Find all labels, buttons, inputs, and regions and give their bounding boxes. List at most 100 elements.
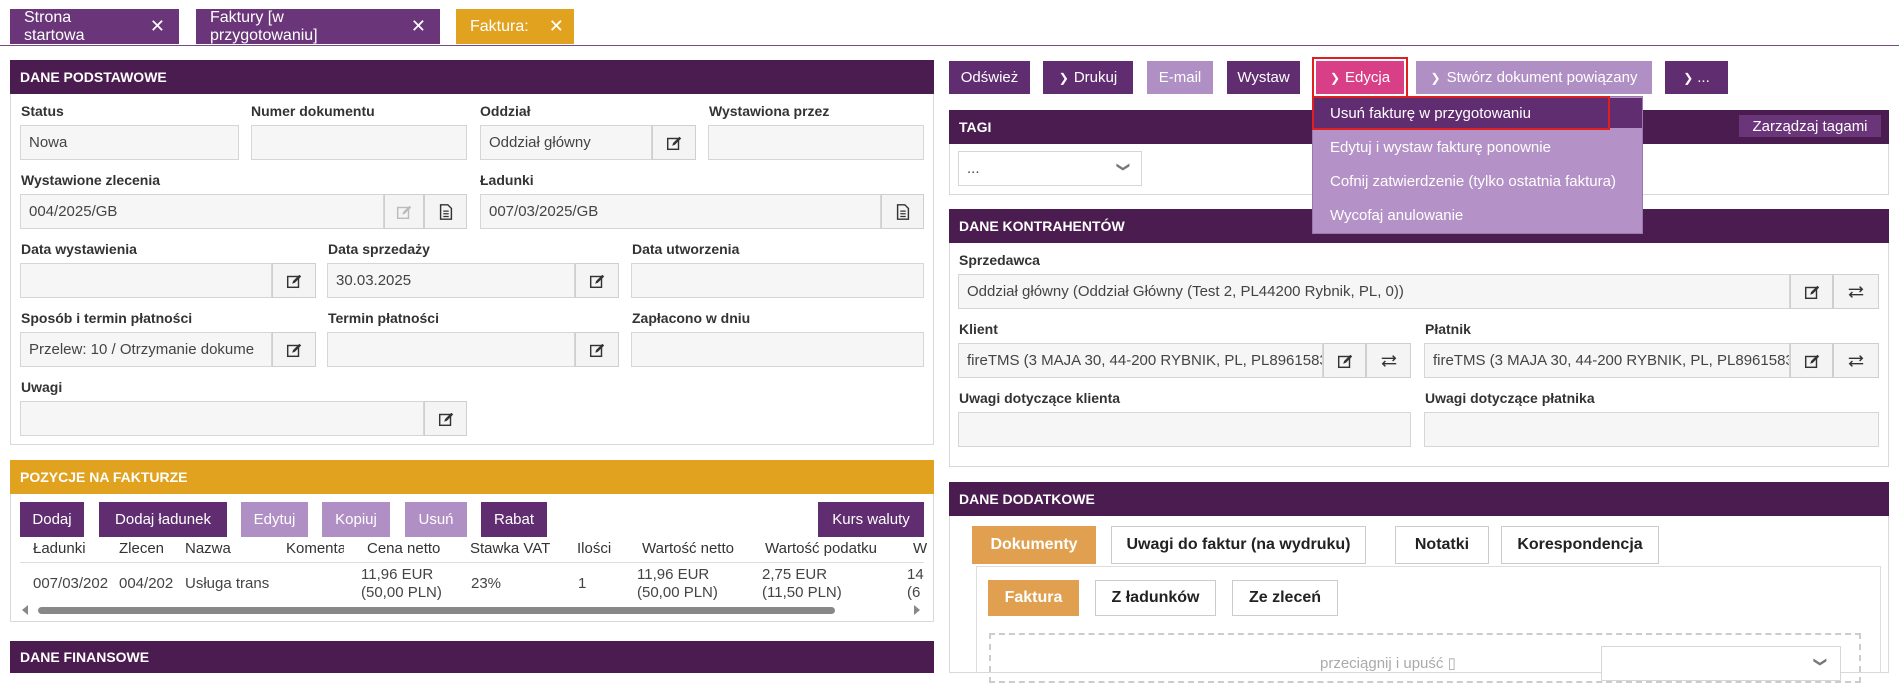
tab-home[interactable]: Strona startowa ✕: [10, 9, 179, 44]
client-swap-button[interactable]: [1366, 343, 1411, 378]
client-edit-button[interactable]: [1323, 343, 1366, 378]
payment-method-field[interactable]: Przelew: 10 / Otrzymanie dokume: [20, 332, 272, 367]
discount-button[interactable]: Rabat: [481, 502, 547, 537]
column-header[interactable]: Zlecen: [119, 540, 169, 557]
orders-document-button[interactable]: [424, 194, 467, 229]
copy-item-button[interactable]: Kopiuj: [322, 502, 390, 537]
payment-due-field[interactable]: [327, 332, 575, 367]
payer-swap-button[interactable]: [1833, 343, 1879, 378]
loads-label: Ładunki: [480, 172, 534, 188]
refresh-button[interactable]: Odśwież: [949, 61, 1030, 94]
column-header[interactable]: Ilości: [577, 540, 627, 557]
finance-data-header: DANE FINANSOWE: [10, 641, 934, 673]
orders-label: Wystawione zlecenia: [21, 172, 161, 188]
sale-date-label: Data sprzedaży: [328, 241, 430, 257]
client-field[interactable]: fireTMS (3 MAJA 30, 44-200 RYBNIK, PL, P…: [958, 343, 1323, 378]
payment-method-edit-button[interactable]: [272, 332, 316, 367]
notes-field[interactable]: [20, 401, 424, 436]
loads-field[interactable]: 007/03/2025/GB: [480, 194, 881, 229]
email-button[interactable]: E-mail: [1147, 61, 1213, 94]
branch-field[interactable]: Oddział główny: [480, 125, 652, 160]
payment-due-label: Termin płatności: [328, 310, 439, 326]
tab-notes[interactable]: Notatki: [1395, 526, 1489, 564]
payer-notes-label: Uwagi dotyczące płatnika: [1425, 390, 1595, 406]
issue-date-field[interactable]: [20, 263, 272, 298]
orders-field[interactable]: 004/2025/GB: [20, 194, 384, 229]
create-related-label: Stwórz dokument powiązany: [1446, 69, 1638, 86]
created-date-field[interactable]: [631, 263, 924, 298]
tab-correspondence[interactable]: Korespondencja: [1501, 526, 1659, 564]
close-icon[interactable]: ✕: [150, 16, 165, 37]
loads-document-button[interactable]: [881, 194, 924, 229]
invoice-items-header: POZYCJE NA FAKTURZE: [10, 460, 934, 494]
payment-method-label: Sposób i termin płatności: [21, 310, 193, 326]
tab-invoice-notes[interactable]: Uwagi do faktur (na wydruku): [1111, 526, 1366, 564]
client-notes-field[interactable]: [958, 412, 1411, 447]
close-icon[interactable]: ✕: [411, 16, 426, 37]
tab-documents[interactable]: Dokumenty: [972, 526, 1096, 564]
tags-select[interactable]: ... ❯: [958, 151, 1142, 186]
document-number-field[interactable]: [251, 125, 467, 160]
edit-button[interactable]: ❯ Edycja: [1316, 61, 1404, 94]
status-field[interactable]: Nowa: [20, 125, 239, 160]
edit-item-button[interactable]: Edytuj: [241, 502, 308, 537]
column-header[interactable]: Komentar: [286, 540, 344, 557]
additional-data-header: DANE DODATKOWE: [949, 482, 1889, 516]
notes-edit-button[interactable]: [424, 401, 467, 436]
payer-notes-field[interactable]: [1424, 412, 1879, 447]
seller-field[interactable]: Oddział główny (Oddział Główny (Test 2, …: [958, 274, 1790, 309]
branch-edit-button[interactable]: [652, 125, 696, 160]
horizontal-scrollbar[interactable]: [20, 604, 924, 616]
edit-label: Edycja: [1345, 69, 1391, 86]
tab-invoice[interactable]: Faktura: ✕: [456, 9, 574, 44]
column-header[interactable]: W: [913, 540, 927, 557]
currency-rate-button[interactable]: Kurs waluty: [818, 502, 924, 537]
menu-item-withdraw-cancellation[interactable]: Wycofaj anulowanie: [1313, 200, 1642, 230]
column-header[interactable]: Stawka VAT: [470, 540, 570, 557]
column-header[interactable]: Wartość podatku: [765, 540, 885, 557]
scroll-right-arrow[interactable]: [914, 605, 920, 615]
subtab-invoice[interactable]: Faktura: [988, 580, 1079, 616]
cell-net-value: 11,96 EUR: [637, 566, 710, 583]
scroll-left-arrow[interactable]: [22, 605, 28, 615]
menu-item-revert-approval[interactable]: Cofnij zatwierdzenie (tylko ostatnia fak…: [1313, 166, 1642, 196]
column-header[interactable]: Cena netto: [367, 540, 457, 557]
chevron-down-icon: ❯: [1329, 70, 1341, 85]
drop-zone-text: przeciągnij i upuść ▯: [1320, 654, 1456, 672]
add-button[interactable]: Dodaj: [20, 502, 84, 537]
sale-date-field[interactable]: 30.03.2025: [327, 263, 575, 298]
more-label: ...: [1697, 69, 1710, 86]
scrollbar-thumb[interactable]: [38, 607, 835, 614]
edit-icon: [1804, 285, 1819, 299]
column-header[interactable]: Nazwa: [185, 540, 275, 557]
created-date-label: Data utworzenia: [632, 241, 740, 257]
add-load-button[interactable]: Dodaj ładunek: [99, 502, 227, 537]
payer-field[interactable]: fireTMS (3 MAJA 30, 44-200 RYBNIK, PL, P…: [1424, 343, 1790, 378]
paid-on-field[interactable]: [631, 332, 924, 367]
close-icon[interactable]: ✕: [549, 16, 564, 37]
issue-button[interactable]: Wystaw: [1227, 61, 1300, 94]
create-related-document-button[interactable]: ❯ Stwórz dokument powiązany: [1416, 61, 1652, 94]
column-header[interactable]: Wartość netto: [642, 540, 752, 557]
orders-edit-button[interactable]: [384, 194, 424, 229]
sale-date-edit-button[interactable]: [575, 263, 619, 298]
issue-date-edit-button[interactable]: [272, 263, 316, 298]
print-button[interactable]: ❯ Drukuj: [1043, 61, 1133, 94]
manage-tags-button[interactable]: Zarządzaj tagami: [1739, 115, 1881, 137]
chevron-down-icon: ❯: [1430, 70, 1441, 85]
subtab-from-loads[interactable]: Z ładunków: [1095, 580, 1216, 616]
tab-invoices-draft[interactable]: Faktury [w przygotowaniu] ✕: [196, 9, 440, 44]
column-header[interactable]: Ładunki: [33, 540, 105, 557]
edit-icon: [1337, 354, 1352, 368]
payer-edit-button[interactable]: [1790, 343, 1833, 378]
delete-item-button[interactable]: Usuń: [405, 502, 467, 537]
cell-vat: 23%: [471, 575, 502, 592]
subtab-from-orders[interactable]: Ze zleceń: [1232, 580, 1338, 616]
issued-by-field[interactable]: [708, 125, 924, 160]
seller-edit-button[interactable]: [1790, 274, 1833, 309]
more-actions-button[interactable]: ❯...: [1665, 61, 1728, 94]
payment-due-edit-button[interactable]: [575, 332, 619, 367]
document-type-select[interactable]: ❯: [1601, 646, 1841, 681]
seller-swap-button[interactable]: [1833, 274, 1879, 309]
menu-item-edit-and-reissue[interactable]: Edytuj i wystaw fakturę ponownie: [1313, 132, 1642, 162]
